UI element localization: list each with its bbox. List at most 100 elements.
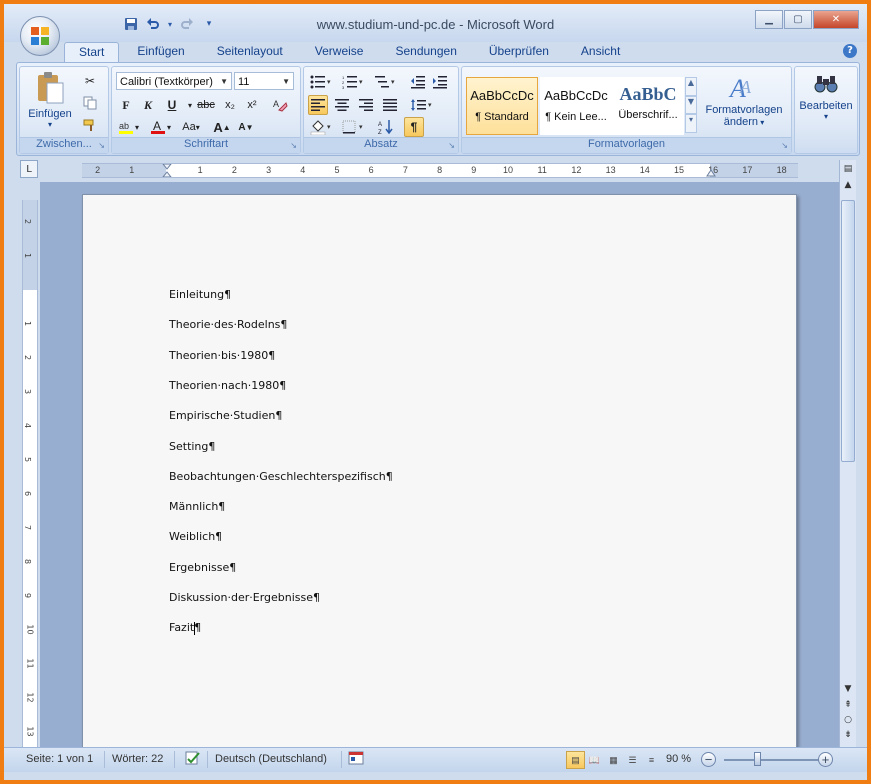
tab-selector-icon[interactable]: L (20, 160, 38, 178)
editing-button[interactable]: Bearbeiten ▾ (795, 73, 857, 121)
shrink-font-button[interactable]: A ▼ (236, 117, 256, 137)
zoom-level[interactable]: 90 % (666, 753, 691, 765)
change-case-button[interactable]: Aa ▾ (178, 117, 204, 137)
document-paragraph[interactable]: Weiblich¶ (169, 530, 222, 543)
draft-view-icon[interactable]: ≡ (642, 751, 661, 769)
next-page-icon[interactable]: ⇟ (841, 728, 855, 742)
justify-icon[interactable] (380, 95, 400, 115)
gallery-down-icon[interactable]: ▼ (685, 95, 697, 115)
page-count[interactable]: Seite: 1 von 1 (26, 753, 93, 765)
font-dialog-launcher-icon[interactable]: ↘ (290, 141, 297, 150)
browse-object-icon[interactable]: ○ (841, 713, 855, 727)
italic-button[interactable]: K (138, 95, 158, 115)
tab-einfuegen[interactable]: Einfügen (123, 42, 198, 62)
borders-icon[interactable]: ▾ (340, 117, 368, 137)
align-right-icon[interactable] (356, 95, 376, 115)
grow-font-button[interactable]: A ▲ (212, 117, 232, 137)
style-no-spacing[interactable]: AaBbCcDc ¶ Kein Lee... (540, 77, 612, 135)
zoom-slider[interactable] (724, 759, 822, 761)
scroll-down-icon[interactable]: ▼ (841, 682, 855, 696)
web-layout-icon[interactable]: ▦ (604, 751, 623, 769)
ruler-mark: 2 (231, 165, 237, 175)
format-painter-icon[interactable] (80, 115, 100, 135)
font-color-dropdown-icon[interactable]: ▾ (164, 117, 174, 137)
underline-button[interactable]: U (162, 95, 182, 115)
svg-text:▾: ▾ (327, 79, 331, 86)
increase-indent-icon[interactable] (430, 72, 450, 92)
tab-verweise[interactable]: Verweise (301, 42, 378, 62)
copy-icon[interactable] (80, 93, 100, 113)
gallery-more-icon[interactable]: ▾ (685, 114, 697, 134)
tab-seitenlayout[interactable]: Seitenlayout (203, 42, 297, 62)
shading-icon[interactable]: ▾ (308, 117, 336, 137)
sort-icon[interactable]: AZ (376, 117, 396, 137)
outline-view-icon[interactable]: ☰ (623, 751, 642, 769)
document-paragraph[interactable]: Theorien·bis·1980¶ (169, 349, 275, 362)
view-ruler-icon[interactable]: ▤ (841, 162, 855, 176)
decrease-indent-icon[interactable] (408, 72, 428, 92)
subscript-button[interactable]: x₂ (220, 95, 240, 115)
tab-ansicht[interactable]: Ansicht (567, 42, 634, 62)
strikethrough-button[interactable]: abc (196, 95, 216, 115)
scroll-thumb[interactable] (841, 200, 855, 462)
vertical-ruler[interactable]: 2 1 1 2 3 4 5 6 7 8 9 10 11 12 13 iag (22, 200, 38, 748)
show-formatting-marks-icon[interactable]: ¶ (404, 117, 424, 137)
zoom-in-icon[interactable]: + (818, 752, 833, 767)
tab-sendungen[interactable]: Sendungen (381, 42, 470, 62)
line-spacing-icon[interactable]: ▾ (408, 95, 436, 115)
help-icon[interactable]: ? (843, 44, 857, 58)
font-name-combo[interactable]: Calibri (Textkörper) ▼ (116, 72, 232, 90)
bullets-icon[interactable]: ▾ (308, 72, 336, 92)
tab-start[interactable]: Start (64, 42, 120, 63)
document-paragraph[interactable]: Setting¶ (169, 440, 215, 453)
paste-dropdown-icon[interactable]: ▾ (24, 120, 76, 129)
document-paragraph[interactable]: Einleitung¶ (169, 288, 231, 301)
document-paragraph[interactable]: Beobachtungen·Geschlechterspezifisch¶ (169, 470, 393, 483)
right-indent-marker-icon[interactable] (706, 168, 716, 177)
document-paragraph[interactable]: Empirische·Studien¶ (169, 409, 282, 422)
bold-button[interactable]: F (116, 95, 136, 115)
full-screen-reading-icon[interactable]: 📖 (585, 751, 604, 769)
horizontal-ruler[interactable]: 2 1 1 2 3 4 5 6 7 8 9 10 11 12 13 14 15 16 17 18 (82, 163, 798, 178)
paragraph-dialog-launcher-icon[interactable]: ↘ (448, 141, 455, 150)
previous-page-icon[interactable]: ⇞ (841, 698, 855, 712)
dialog-launcher-icon[interactable]: ↘ (98, 141, 105, 150)
zoom-slider-thumb[interactable] (754, 752, 761, 766)
document-paragraph-cursor[interactable]: Fazit¶ (169, 621, 201, 635)
multilevel-list-icon[interactable]: ▾ (372, 72, 400, 92)
document-paragraph[interactable]: Männlich¶ (169, 500, 225, 513)
proofing-icon[interactable] (184, 750, 202, 769)
maximize-icon[interactable]: ▢ (784, 10, 812, 29)
vertical-scrollbar[interactable]: ▤ ▲ ▼ ⇞ ○ ⇟ (839, 160, 856, 750)
gallery-up-icon[interactable]: ▲ (685, 77, 697, 96)
paste-button[interactable]: Einfügen ▾ (24, 71, 76, 129)
font-size-combo[interactable]: 11 ▼ (234, 72, 294, 90)
document-paragraph[interactable]: Ergebnisse¶ (169, 561, 236, 574)
minimize-icon[interactable]: ▁ (755, 10, 783, 29)
document-paragraph[interactable]: Theorien·nach·1980¶ (169, 379, 286, 392)
align-left-icon[interactable] (308, 95, 328, 115)
align-center-icon[interactable] (332, 95, 352, 115)
change-styles-button[interactable]: AA Formatvorlagen ändern ▾ (700, 71, 788, 128)
numbering-icon[interactable]: 1 2 3 ▾ (340, 72, 368, 92)
clear-formatting-icon[interactable]: A (270, 95, 290, 115)
office-button[interactable] (20, 16, 60, 56)
close-icon[interactable]: ✕ (813, 10, 859, 29)
document-paragraph[interactable]: Theorie·des·Rodelns¶ (169, 318, 287, 331)
macro-record-icon[interactable] (348, 751, 364, 768)
tab-ueberpruefen[interactable]: Überprüfen (475, 42, 563, 62)
style-standard[interactable]: AaBbCcDc ¶ Standard (466, 77, 538, 135)
indent-marker-icon[interactable] (162, 164, 172, 177)
styles-dialog-launcher-icon[interactable]: ↘ (781, 141, 788, 150)
zoom-out-icon[interactable]: − (701, 752, 716, 767)
document-paragraph[interactable]: Diskussion·der·Ergebnisse¶ (169, 591, 320, 604)
print-layout-view-icon[interactable]: ▤ (566, 751, 585, 769)
highlight-dropdown-icon[interactable]: ▾ (132, 117, 142, 137)
cut-icon[interactable]: ✂ (80, 71, 100, 91)
scroll-up-icon[interactable]: ▲ (841, 178, 855, 192)
superscript-button[interactable]: x² (242, 95, 262, 115)
style-heading[interactable]: AaBbC Überschrif... (612, 77, 684, 135)
document-page[interactable]: Einleitung¶ Theorie·des·Rodelns¶ Theorien·… (82, 194, 797, 748)
word-count[interactable]: Wörter: 22 (112, 753, 163, 765)
language[interactable]: Deutsch (Deutschland) (215, 753, 327, 765)
